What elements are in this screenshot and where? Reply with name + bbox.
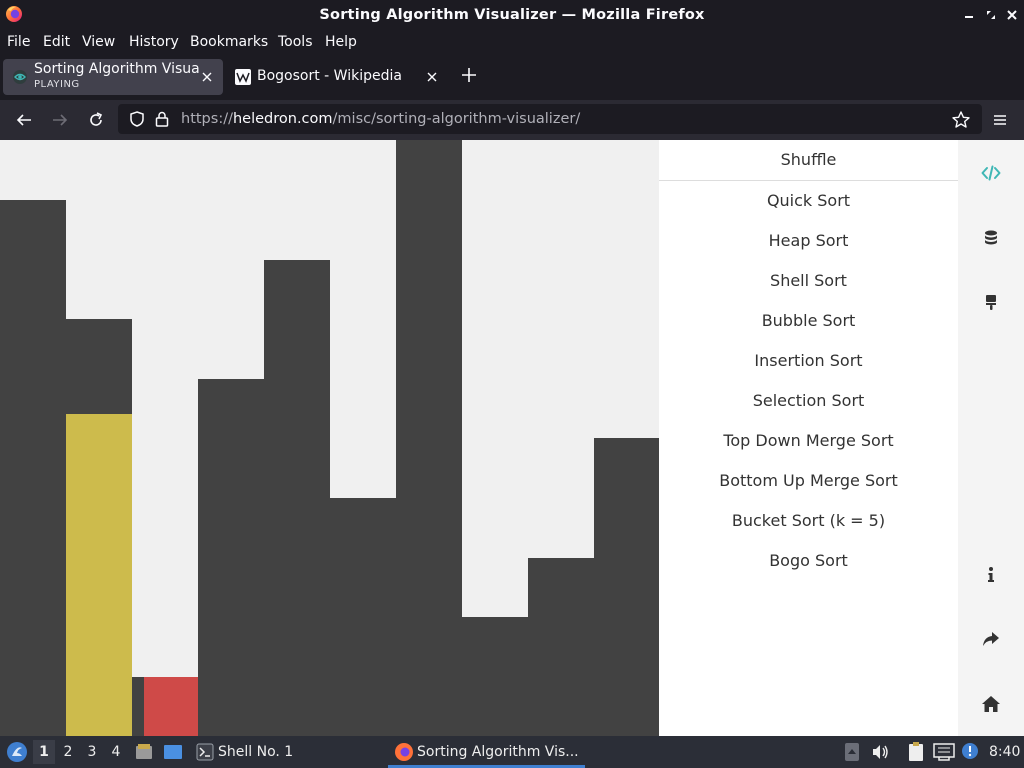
terminal-icon <box>196 743 214 761</box>
window-title: Sorting Algorithm Visualizer — Mozilla F… <box>319 7 705 23</box>
wikipedia-favicon-icon <box>235 69 251 85</box>
bottom-up-merge-sort-button[interactable]: Bottom Up Merge Sort <box>659 461 958 501</box>
system-taskbar: 1 2 3 4 Shell No. 1 Sorting Algorithm Vi… <box>0 736 1024 768</box>
visualizer-favicon-icon <box>13 70 27 84</box>
keyboard-layout-icon[interactable] <box>844 742 860 762</box>
minimize-icon[interactable] <box>961 7 977 23</box>
top-down-merge-sort-button[interactable]: Top Down Merge Sort <box>659 421 958 461</box>
page-content: Shuffle Quick Sort Heap Sort Shell Sort … <box>0 140 1024 736</box>
new-tab-icon[interactable] <box>460 66 478 84</box>
menu-help[interactable]: Help <box>325 32 357 52</box>
sort-bar <box>198 379 264 736</box>
workspace-1[interactable]: 1 <box>33 740 55 764</box>
url-text[interactable]: https://heledron.com/misc/sorting-algori… <box>181 108 580 130</box>
share-icon[interactable] <box>981 629 1001 649</box>
tab-playing-label: PLAYING <box>34 79 80 90</box>
window-titlebar[interactable]: Sorting Algorithm Visualizer — Mozilla F… <box>0 0 1024 30</box>
workspace-3[interactable]: 3 <box>81 740 103 764</box>
insertion-sort-button[interactable]: Insertion Sort <box>659 341 958 381</box>
sort-bar <box>396 140 462 736</box>
url-scheme: https:// <box>181 111 233 127</box>
sort-bar <box>462 617 528 736</box>
sort-bar <box>264 260 330 736</box>
sorting-visualization <box>0 140 659 736</box>
sort-bar <box>330 498 396 736</box>
menu-tools[interactable]: Tools <box>278 32 313 52</box>
lock-icon[interactable] <box>154 110 170 128</box>
home-icon[interactable] <box>981 694 1001 714</box>
sort-bar <box>66 414 132 736</box>
sort-bar <box>0 200 66 736</box>
firefox-taskbar-icon <box>395 743 413 761</box>
menu-view[interactable]: View <box>82 32 115 52</box>
taskbar-terminal-window[interactable]: Shell No. 1 <box>218 736 293 768</box>
close-window-icon[interactable] <box>1004 7 1020 23</box>
url-host: heledron.com <box>232 111 333 127</box>
start-menu-icon[interactable] <box>6 741 28 763</box>
clipboard-icon[interactable] <box>906 741 926 763</box>
paint-brush-icon[interactable] <box>981 292 1001 312</box>
tab-strip: Sorting Algorithm Visualizer PLAYING Bog… <box>0 54 1024 100</box>
clock: 8:40 <box>989 744 1021 760</box>
sort-bar <box>144 677 198 736</box>
shield-icon[interactable] <box>128 110 146 128</box>
quick-sort-button[interactable]: Quick Sort <box>659 181 958 221</box>
bookmark-star-icon[interactable] <box>951 110 971 130</box>
screen: Sorting Algorithm Visualizer — Mozilla F… <box>0 0 1024 768</box>
bogo-sort-button[interactable]: Bogo Sort <box>659 541 958 581</box>
close-tab-icon[interactable] <box>200 70 214 84</box>
tab-title: Sorting Algorithm Visualizer <box>34 61 200 77</box>
menu-file[interactable]: File <box>7 32 30 52</box>
code-icon[interactable] <box>981 163 1001 183</box>
info-icon[interactable] <box>981 565 1001 585</box>
sort-bar <box>594 438 659 736</box>
menu-bar: File Edit View History Bookmarks Tools H… <box>0 30 1024 54</box>
desktop-icon[interactable] <box>163 742 183 762</box>
network-icon[interactable] <box>933 743 955 761</box>
algorithm-menu: Shuffle Quick Sort Heap Sort Shell Sort … <box>659 140 958 736</box>
workspace-4[interactable]: 4 <box>105 740 127 764</box>
sort-bar <box>132 677 144 736</box>
database-icon[interactable] <box>981 228 1001 248</box>
taskbar-firefox-window[interactable]: Sorting Algorithm Vis... <box>417 736 579 768</box>
menu-edit[interactable]: Edit <box>43 32 70 52</box>
menu-history[interactable]: History <box>129 32 179 52</box>
tab-sorting-visualizer[interactable]: Sorting Algorithm Visualizer PLAYING <box>3 59 223 95</box>
volume-icon[interactable] <box>870 742 890 762</box>
tab-title: Bogosort - Wikipedia <box>257 68 402 84</box>
close-tab-icon[interactable] <box>425 70 439 84</box>
tab-bogosort-wikipedia[interactable]: Bogosort - Wikipedia <box>226 59 446 95</box>
bucket-sort-button[interactable]: Bucket Sort (k = 5) <box>659 501 958 541</box>
forward-arrow-icon[interactable] <box>50 110 70 130</box>
side-icon-bar <box>958 140 1024 736</box>
heap-sort-button[interactable]: Heap Sort <box>659 221 958 261</box>
bubble-sort-button[interactable]: Bubble Sort <box>659 301 958 341</box>
shell-sort-button[interactable]: Shell Sort <box>659 261 958 301</box>
url-path: /misc/sorting-algorithm-visualizer/ <box>332 111 581 127</box>
workspace-2[interactable]: 2 <box>57 740 79 764</box>
back-arrow-icon[interactable] <box>14 110 34 130</box>
shuffle-button[interactable]: Shuffle <box>659 140 958 180</box>
selection-sort-button[interactable]: Selection Sort <box>659 381 958 421</box>
restore-icon[interactable] <box>983 7 999 23</box>
menu-bookmarks[interactable]: Bookmarks <box>190 32 268 52</box>
file-manager-icon[interactable] <box>134 742 154 762</box>
notification-icon[interactable] <box>961 742 979 760</box>
hamburger-menu-icon[interactable] <box>990 110 1010 130</box>
sort-bar <box>528 558 594 736</box>
reload-icon[interactable] <box>86 110 106 130</box>
